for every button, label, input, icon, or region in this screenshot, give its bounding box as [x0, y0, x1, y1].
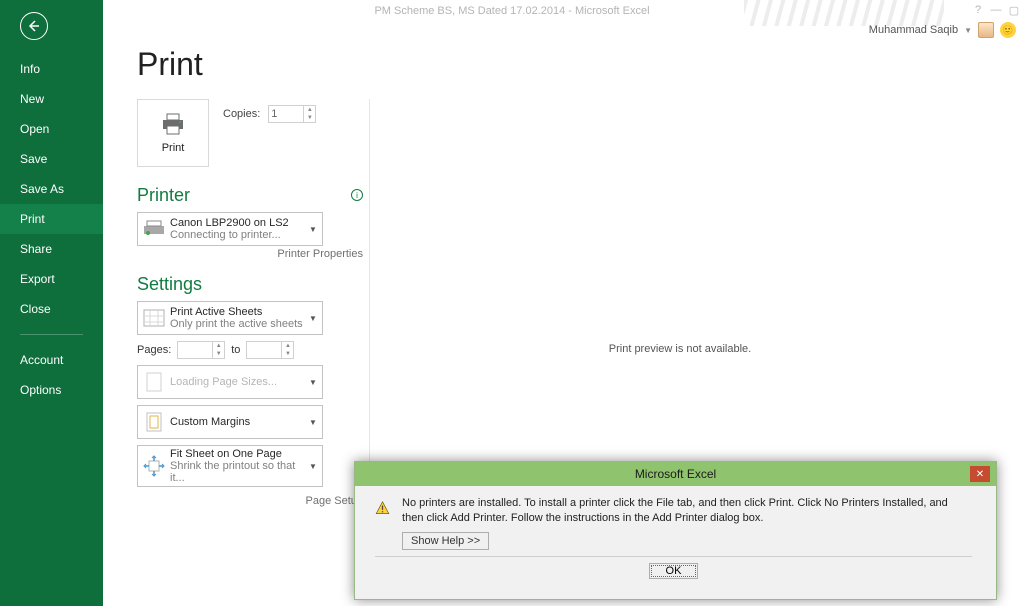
scaling-sub: Shrink the printout so that it...	[170, 460, 306, 484]
pages-to-input[interactable]	[247, 344, 281, 356]
sidebar-item-account[interactable]: Account	[0, 345, 103, 375]
sidebar-item-info[interactable]: Info	[0, 54, 103, 84]
print-button-label: Print	[162, 142, 185, 154]
chevron-down-icon: ▼	[306, 378, 320, 387]
chevron-down-icon: ▼	[306, 462, 320, 471]
fit-page-icon	[143, 455, 165, 477]
page-size-title: Loading Page Sizes...	[170, 376, 306, 388]
info-icon[interactable]: i	[351, 189, 363, 201]
arrow-left-icon	[27, 19, 41, 33]
copies-stepper[interactable]: ▲▼	[268, 105, 316, 123]
copies-label: Copies:	[223, 108, 260, 120]
spin-up-icon[interactable]: ▲	[282, 342, 293, 350]
dialog-close-button[interactable]: ✕	[970, 466, 990, 482]
scaling-selector[interactable]: Fit Sheet on One Page Shrink the printou…	[137, 445, 323, 487]
sidebar-item-new[interactable]: New	[0, 84, 103, 114]
printer-status: Connecting to printer...	[170, 229, 306, 241]
printer-device-icon	[142, 219, 166, 239]
pages-to-label: to	[231, 344, 240, 356]
sidebar-divider	[20, 334, 83, 335]
page-size-selector[interactable]: Loading Page Sizes... ▼	[137, 365, 323, 399]
error-dialog: Microsoft Excel ✕ No printers are instal…	[354, 461, 997, 600]
print-what-selector[interactable]: Print Active Sheets Only print the activ…	[137, 301, 323, 335]
chevron-down-icon: ▼	[306, 225, 320, 234]
sidebar-item-export[interactable]: Export	[0, 264, 103, 294]
printer-selector[interactable]: Canon LBP2900 on LS2 Connecting to print…	[137, 212, 323, 246]
chevron-down-icon: ▼	[306, 314, 320, 323]
sidebar-item-save-as[interactable]: Save As	[0, 174, 103, 204]
pages-from-stepper[interactable]: ▲▼	[177, 341, 225, 359]
back-button[interactable]	[20, 12, 48, 40]
spin-down-icon[interactable]: ▼	[282, 350, 293, 358]
spin-down-icon[interactable]: ▼	[213, 350, 224, 358]
sidebar-item-close[interactable]: Close	[0, 294, 103, 324]
pages-to-stepper[interactable]: ▲▼	[246, 341, 294, 359]
sidebar-item-open[interactable]: Open	[0, 114, 103, 144]
dialog-separator	[375, 556, 972, 557]
page-setup-link[interactable]: Page Setup	[137, 495, 363, 507]
spin-up-icon[interactable]: ▲	[304, 106, 315, 114]
page-icon	[144, 371, 164, 393]
print-what-sub: Only print the active sheets	[170, 318, 306, 330]
copies-input[interactable]	[269, 108, 303, 120]
sidebar-item-print[interactable]: Print	[0, 204, 103, 234]
warning-icon	[375, 496, 390, 520]
sidebar-item-options[interactable]: Options	[0, 375, 103, 405]
sheets-icon	[142, 308, 166, 328]
chevron-down-icon: ▼	[306, 418, 320, 427]
printer-icon	[159, 112, 187, 136]
page-title: Print	[137, 46, 990, 83]
sidebar-item-save[interactable]: Save	[0, 144, 103, 174]
spin-up-icon[interactable]: ▲	[213, 342, 224, 350]
spin-down-icon[interactable]: ▼	[304, 114, 315, 122]
backstage-sidebar: Info New Open Save Save As Print Share E…	[0, 0, 103, 606]
sidebar-item-share[interactable]: Share	[0, 234, 103, 264]
margins-selector[interactable]: Custom Margins ▼	[137, 405, 323, 439]
print-what-title: Print Active Sheets	[170, 306, 306, 318]
dialog-title: Microsoft Excel	[355, 462, 996, 486]
printer-heading: Printer i	[137, 185, 363, 206]
margins-icon	[144, 411, 164, 433]
printer-properties-link[interactable]: Printer Properties	[137, 248, 363, 260]
dialog-body-text: No printers are installed. To install a …	[402, 496, 972, 526]
show-help-button[interactable]: Show Help >>	[402, 532, 489, 550]
pages-row: Pages: ▲▼ to ▲▼	[137, 341, 363, 359]
printer-name: Canon LBP2900 on LS2	[170, 217, 306, 229]
settings-heading: Settings	[137, 274, 363, 295]
close-icon: ✕	[976, 469, 984, 480]
scaling-title: Fit Sheet on One Page	[170, 448, 306, 460]
pages-label: Pages:	[137, 344, 171, 356]
ok-button[interactable]: OK	[649, 563, 699, 579]
preview-unavailable-text: Print preview is not available.	[609, 343, 751, 355]
margins-title: Custom Margins	[170, 416, 306, 428]
pages-from-input[interactable]	[178, 344, 212, 356]
print-button[interactable]: Print	[137, 99, 209, 167]
